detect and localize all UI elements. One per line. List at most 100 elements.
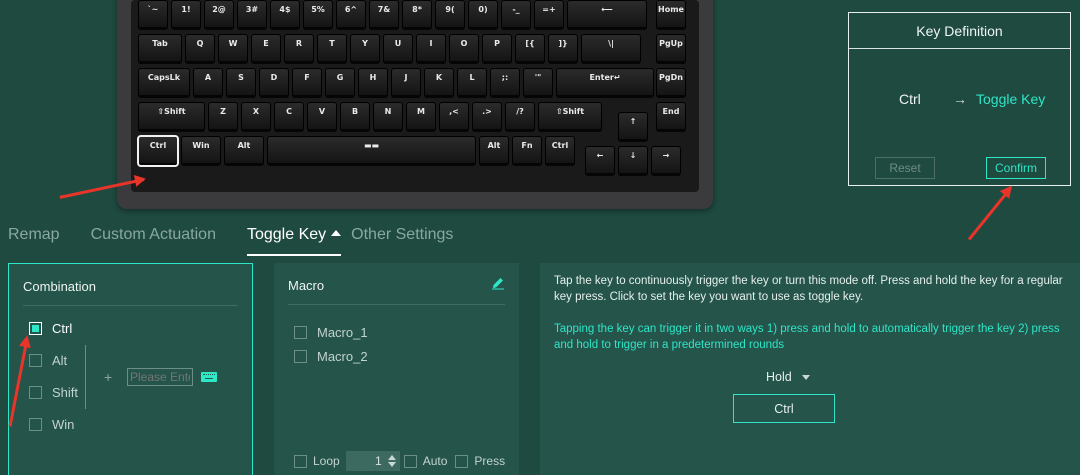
key-26[interactable]: Y — [350, 34, 380, 64]
key-29[interactable]: O — [449, 34, 479, 64]
key-44[interactable]: F — [292, 68, 322, 98]
key-23[interactable]: E — [251, 34, 281, 64]
key-40[interactable]: CapsLk — [138, 68, 190, 98]
key-53[interactable]: PgDn — [656, 68, 686, 98]
key-61[interactable]: Z — [208, 102, 238, 132]
key-85[interactable]: Fn — [512, 136, 542, 166]
key-definition-panel: Key Definition Ctrl → Toggle Key Reset C… — [848, 12, 1071, 186]
key-87[interactable]: ← — [585, 146, 615, 176]
key-86[interactable]: Ctrl — [545, 136, 575, 166]
checkbox-alt[interactable] — [29, 354, 42, 367]
key-69[interactable]: .> — [472, 102, 502, 132]
key-30[interactable]: P — [482, 34, 512, 64]
loop-count-value: 1 — [375, 454, 382, 468]
key-66[interactable]: N — [373, 102, 403, 132]
key-71[interactable]: ⇧Shift — [538, 102, 602, 132]
key-60[interactable]: ⇧Shift — [138, 102, 205, 132]
key-34[interactable]: PgUp — [656, 34, 686, 64]
modifier-alt[interactable]: Alt — [29, 353, 67, 368]
modifier-win[interactable]: Win — [29, 417, 74, 432]
key-50[interactable]: ;: — [490, 68, 520, 98]
key-51[interactable]: '" — [523, 68, 553, 98]
key-81[interactable]: Win — [181, 136, 221, 166]
key-22[interactable]: W — [218, 34, 248, 64]
checkbox-win[interactable] — [29, 418, 42, 431]
key-48[interactable]: K — [424, 68, 454, 98]
key-31[interactable]: [{ — [515, 34, 545, 64]
key-2[interactable]: 2@ — [204, 0, 234, 30]
checkbox-ctrl[interactable] — [29, 322, 42, 335]
key-65[interactable]: B — [340, 102, 370, 132]
checkbox-auto[interactable] — [403, 454, 417, 468]
key-0[interactable]: `~ — [138, 0, 168, 30]
key-10[interactable]: 0) — [468, 0, 498, 30]
key-32[interactable]: ]} — [548, 34, 578, 64]
key-88[interactable]: ↓ — [618, 146, 648, 176]
key-4[interactable]: 4$ — [270, 0, 300, 30]
keyboard-plate: `~ 1! 2@ 3# 4$ 5% 6^ 7& 8* 9(0) -_ =+ ⟵ Home Tab Q W E R T Y… — [131, 0, 699, 192]
key-20[interactable]: Tab — [138, 34, 182, 64]
key-47[interactable]: J — [391, 68, 421, 98]
reset-button[interactable]: Reset — [875, 157, 935, 179]
key-62[interactable]: X — [241, 102, 271, 132]
key-43[interactable]: D — [259, 68, 289, 98]
key-45[interactable]: G — [325, 68, 355, 98]
key-21[interactable]: Q — [185, 34, 215, 64]
key-70[interactable]: /? — [505, 102, 535, 132]
confirm-button[interactable]: Confirm — [986, 157, 1046, 179]
key-33[interactable]: \| — [581, 34, 641, 64]
mode-select[interactable]: Hold — [766, 370, 810, 384]
key-41[interactable]: A — [193, 68, 223, 98]
key-1[interactable]: 1! — [171, 0, 201, 30]
tab-toggle-key[interactable]: Toggle Key — [246, 226, 342, 256]
modifier-ctrl[interactable]: Ctrl — [29, 321, 72, 336]
key-9[interactable]: 9( — [435, 0, 465, 30]
keyboard-icon[interactable] — [201, 372, 217, 382]
tab-other-settings[interactable]: Other Settings — [351, 226, 453, 256]
key-13[interactable]: ⟵ — [567, 0, 647, 30]
checkbox-macro-2[interactable] — [294, 350, 307, 363]
loop-count-stepper[interactable]: 1 — [345, 451, 400, 471]
key-28[interactable]: I — [416, 34, 446, 64]
key-5[interactable]: 5% — [303, 0, 333, 30]
key-6[interactable]: 6^ — [336, 0, 366, 30]
key-7[interactable]: 7& — [369, 0, 399, 30]
spinner-icon[interactable] — [387, 455, 396, 467]
key-12[interactable]: =+ — [534, 0, 564, 30]
key-46[interactable]: H — [358, 68, 388, 98]
key-68[interactable]: ,< — [439, 102, 469, 132]
key-73[interactable]: End — [656, 102, 686, 132]
key-3[interactable]: 3# — [237, 0, 267, 30]
key-8[interactable]: 8* — [402, 0, 432, 30]
tab-custom-actuation[interactable]: Custom Actuation — [91, 226, 216, 256]
key-52[interactable]: Enter↵ — [556, 68, 654, 98]
macro-item[interactable]: Macro_1 — [294, 325, 368, 340]
checkbox-press[interactable] — [455, 454, 469, 468]
key-42[interactable]: S — [226, 68, 256, 98]
key-24[interactable]: R — [284, 34, 314, 64]
key-80[interactable]: Ctrl — [137, 135, 179, 167]
tab-remap[interactable]: Remap — [8, 226, 60, 256]
modifier-shift[interactable]: Shift — [29, 385, 78, 400]
key-49[interactable]: L — [457, 68, 487, 98]
checkbox-shift[interactable] — [29, 386, 42, 399]
key-67[interactable]: M — [406, 102, 436, 132]
key-27[interactable]: U — [383, 34, 413, 64]
key-11[interactable]: -_ — [501, 0, 531, 30]
key-89[interactable]: → — [651, 146, 681, 176]
key-input[interactable] — [127, 368, 193, 386]
key-83[interactable]: ▬▬ — [267, 136, 476, 166]
key-82[interactable]: Alt — [224, 136, 264, 166]
macro-item[interactable]: Macro_2 — [294, 349, 368, 364]
divider — [288, 304, 505, 305]
key-64[interactable]: V — [307, 102, 337, 132]
checkbox-loop[interactable] — [294, 454, 307, 468]
toggle-key-button[interactable]: Ctrl — [733, 394, 835, 423]
key-25[interactable]: T — [317, 34, 347, 64]
key-72[interactable]: ↑ — [618, 112, 648, 142]
key-63[interactable]: C — [274, 102, 304, 132]
key-84[interactable]: Alt — [479, 136, 509, 166]
checkbox-macro-1[interactable] — [294, 326, 307, 339]
key-14[interactable]: Home — [656, 0, 686, 30]
edit-pencil-icon[interactable] — [491, 276, 505, 290]
